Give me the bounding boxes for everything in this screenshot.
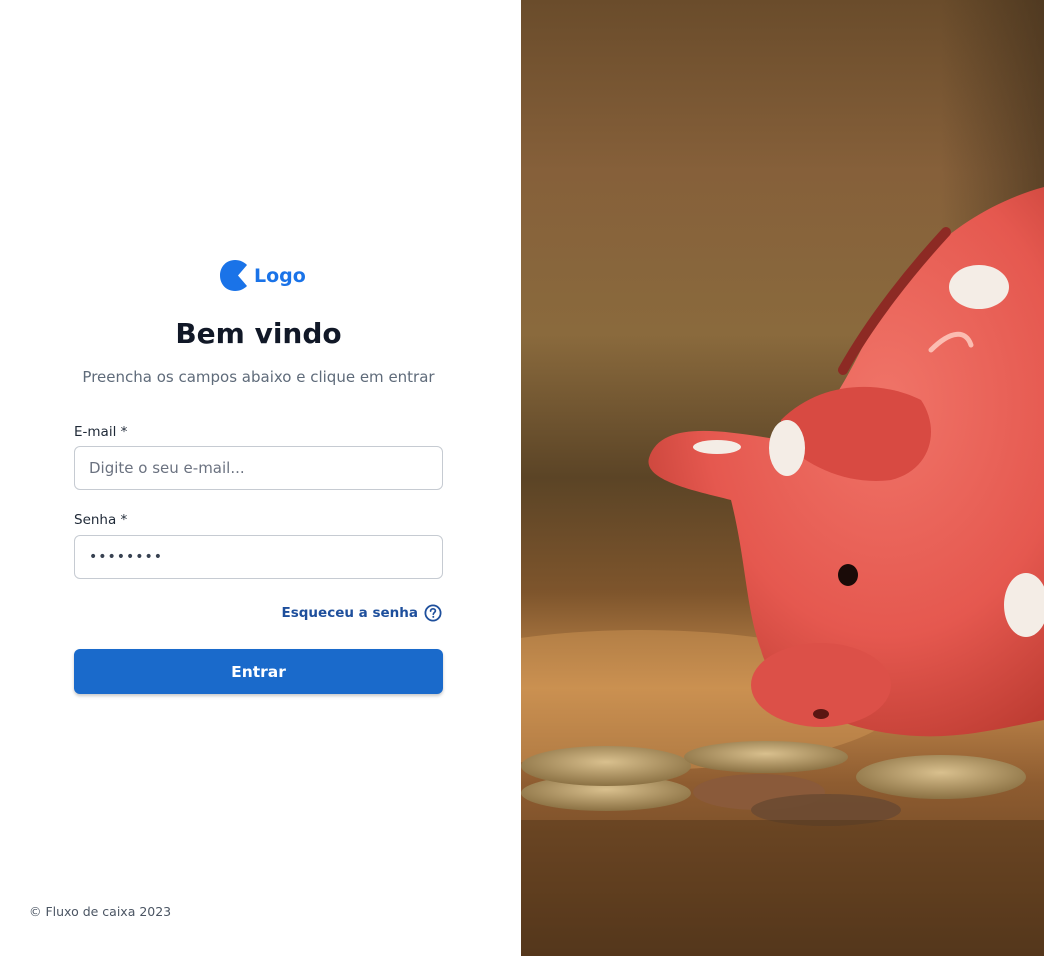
page-subtitle: Preencha os campos abaixo e clique em en… [82, 368, 435, 386]
login-page: Logo Bem vindo Preencha os campos abaixo… [0, 0, 1044, 956]
page-title: Bem vindo [175, 317, 342, 350]
logo-icon [220, 260, 247, 291]
forgot-password-text: Esqueceu a senha [281, 605, 419, 621]
piggy-bank-photo [521, 0, 1044, 956]
hero-image [521, 0, 1044, 956]
login-panel: Logo Bem vindo Preencha os campos abaixo… [0, 0, 521, 956]
password-input[interactable] [74, 535, 443, 579]
logo-text: Logo [254, 264, 306, 287]
brand-logo: Logo [219, 259, 306, 292]
email-input[interactable] [74, 446, 443, 490]
login-button[interactable]: Entrar [74, 649, 443, 694]
footer-copyright: © Fluxo de caixa 2023 [29, 904, 172, 919]
help-circle-icon [424, 604, 442, 622]
password-label: Senha * [74, 512, 128, 528]
email-label: E-mail * [74, 424, 128, 440]
forgot-password-link[interactable]: Esqueceu a senha [282, 604, 443, 622]
